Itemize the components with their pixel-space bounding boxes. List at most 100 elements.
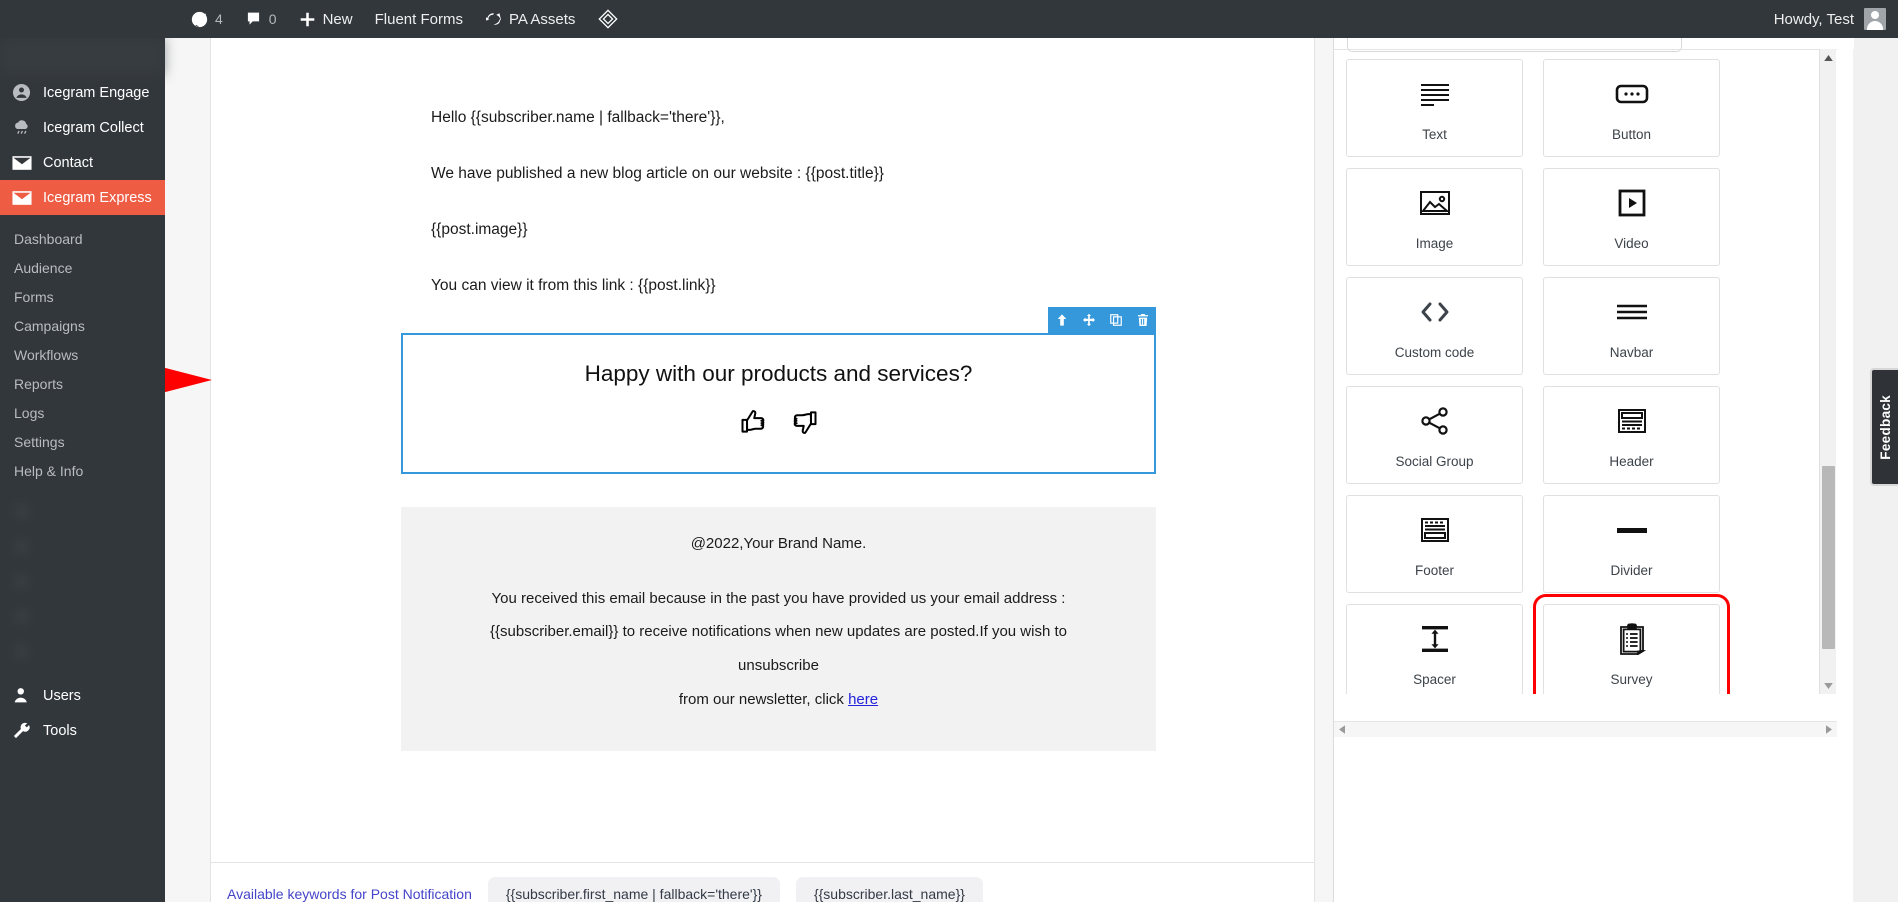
sidebar-blurred-middle[interactable]: ■ ■ ■ ■ ■ bbox=[0, 494, 165, 669]
new-label: New bbox=[322, 10, 353, 28]
email-post-link-text[interactable]: You can view it from this link : {{post.… bbox=[401, 276, 1156, 296]
blocks-panel-topbar bbox=[1334, 20, 1854, 52]
image-icon bbox=[1419, 184, 1451, 222]
sidebar-label: Campaigns bbox=[14, 317, 85, 334]
updates-indicator[interactable]: 4 bbox=[180, 0, 234, 38]
howdy-label: Howdy, Test bbox=[1773, 10, 1854, 28]
email-post-image-token[interactable]: {{post.image}} bbox=[401, 220, 1156, 240]
drag-move-button[interactable] bbox=[1075, 307, 1102, 333]
block-card-header[interactable]: Header bbox=[1543, 386, 1720, 484]
fluent-forms-label: Fluent Forms bbox=[374, 10, 463, 28]
email-footer-block[interactable]: @2022,Your Brand Name. You received this… bbox=[401, 506, 1156, 751]
unsubscribe-link[interactable]: here bbox=[848, 691, 878, 708]
email-intro-text[interactable]: We have published a new blog article on … bbox=[401, 164, 1156, 184]
sidebar-item-workflows[interactable]: Workflows bbox=[0, 340, 165, 369]
block-label: Text bbox=[1422, 126, 1447, 142]
keyword-chip-last-name[interactable]: {{subscriber.last_name}} bbox=[795, 877, 983, 902]
pa-assets-menu[interactable]: PA Assets bbox=[474, 0, 586, 38]
delete-button[interactable] bbox=[1129, 307, 1156, 333]
blocks-panel-horizontal-scrollbar[interactable] bbox=[1334, 721, 1837, 737]
block-label: Image bbox=[1415, 235, 1454, 251]
comments-indicator[interactable]: 0 bbox=[234, 0, 288, 38]
duplicate-button[interactable] bbox=[1102, 307, 1129, 333]
block-label: Divider bbox=[1610, 562, 1653, 578]
sidebar-label: Forms bbox=[14, 288, 54, 305]
text-lines-icon bbox=[1418, 75, 1452, 113]
sidebar-label: Help & Info bbox=[14, 462, 84, 479]
sidebar-item-reports[interactable]: Reports bbox=[0, 369, 165, 398]
sidebar-item-audience[interactable]: Audience bbox=[0, 253, 165, 282]
email-greeting-text[interactable]: Hello {{subscriber.name | fallback='ther… bbox=[401, 108, 1156, 128]
email-editor-area: Hello {{subscriber.name | fallback='ther… bbox=[165, 38, 1333, 902]
blocks-grid: Text Button Image Video Custom code Navb… bbox=[1334, 50, 1837, 694]
diamond-logo-menu[interactable] bbox=[586, 0, 630, 38]
sidebar-label: Icegram Collect bbox=[43, 119, 144, 136]
block-card-video[interactable]: Video bbox=[1543, 168, 1720, 266]
survey-block-selected[interactable]: Happy with our products and services? bbox=[165, 306, 1156, 474]
avatar-icon bbox=[1864, 8, 1886, 30]
sidebar-item-icegram-express[interactable]: Icegram Express bbox=[0, 180, 165, 215]
sidebar-item-help-info[interactable]: Help & Info bbox=[0, 456, 165, 485]
sidebar-item-users[interactable]: Users bbox=[0, 678, 165, 713]
scroll-down-arrow-icon[interactable] bbox=[1820, 677, 1837, 694]
sidebar-label: Users bbox=[43, 687, 81, 704]
update-icon bbox=[191, 11, 208, 28]
block-label: Header bbox=[1609, 453, 1654, 469]
scroll-right-arrow-icon[interactable] bbox=[1821, 722, 1837, 738]
block-card-spacer[interactable]: Spacer bbox=[1346, 604, 1523, 694]
move-up-button[interactable] bbox=[1048, 307, 1075, 333]
block-card-custom-code[interactable]: Custom code bbox=[1346, 277, 1523, 375]
scroll-left-arrow-icon[interactable] bbox=[1334, 722, 1350, 738]
block-toolbar bbox=[1048, 306, 1156, 333]
sidebar-item-forms[interactable]: Forms bbox=[0, 282, 165, 311]
footer-brand-text: @2022,Your Brand Name. bbox=[690, 534, 867, 552]
block-card-social-group[interactable]: Social Group bbox=[1346, 386, 1523, 484]
sidebar-label: Contact bbox=[43, 154, 93, 171]
sidebar-item-contact[interactable]: Contact bbox=[0, 145, 165, 180]
thumbs-down-icon[interactable] bbox=[789, 407, 819, 442]
tools-icon bbox=[11, 720, 32, 741]
envelope-icon bbox=[11, 152, 32, 173]
block-card-footer[interactable]: Footer bbox=[1346, 495, 1523, 593]
fluent-forms-menu[interactable]: Fluent Forms bbox=[364, 0, 474, 38]
block-card-button[interactable]: Button bbox=[1543, 59, 1720, 157]
block-card-survey[interactable]: Survey bbox=[1533, 594, 1730, 694]
block-card-text[interactable]: Text bbox=[1346, 59, 1523, 157]
sidebar-item-dashboard[interactable]: Dashboard bbox=[0, 224, 165, 253]
divider-bar-icon bbox=[1615, 511, 1649, 549]
admin-sidebar: Icegram Engage Icegram Collect Contact I… bbox=[0, 38, 165, 902]
new-content-menu[interactable]: New bbox=[288, 0, 364, 38]
survey-question-text[interactable]: Happy with our products and services? bbox=[403, 361, 1154, 387]
sidebar-item-tools[interactable]: Tools bbox=[0, 713, 165, 748]
sidebar-item-icegram-collect[interactable]: Icegram Collect bbox=[0, 110, 165, 145]
sidebar-label: Reports bbox=[14, 375, 64, 392]
block-card-navbar[interactable]: Navbar bbox=[1543, 277, 1720, 375]
plus-icon bbox=[299, 11, 316, 28]
block-card-image[interactable]: Image bbox=[1346, 168, 1523, 266]
sidebar-item-logs[interactable]: Logs bbox=[0, 398, 165, 427]
users-icon bbox=[11, 685, 32, 706]
scroll-up-arrow-icon[interactable] bbox=[1820, 49, 1837, 66]
footer-line-3-prefix: from our newsletter, click bbox=[678, 690, 849, 708]
keyword-chip-first-name[interactable]: {{subscriber.first_name | fallback='ther… bbox=[487, 877, 780, 902]
blocks-panel-vertical-scrollbar[interactable] bbox=[1819, 49, 1836, 694]
site-name-menu[interactable] bbox=[0, 0, 180, 38]
feedback-tab[interactable]: Feedback bbox=[1870, 368, 1898, 486]
thumbs-up-icon[interactable] bbox=[739, 407, 769, 442]
clipboard-survey-icon bbox=[1618, 620, 1646, 658]
footer-layout-icon bbox=[1420, 511, 1450, 549]
scrollbar-thumb[interactable] bbox=[1822, 466, 1835, 649]
updates-count: 4 bbox=[215, 11, 223, 27]
block-label: Button bbox=[1611, 126, 1652, 142]
sidebar-item-campaigns[interactable]: Campaigns bbox=[0, 311, 165, 340]
sidebar-item-icegram-engage[interactable]: Icegram Engage bbox=[0, 75, 165, 110]
navbar-lines-icon bbox=[1615, 293, 1649, 331]
footer-line-2: {{subscriber.email}} to receive notifica… bbox=[489, 623, 1067, 675]
sidebar-label: Workflows bbox=[14, 346, 79, 363]
block-card-divider[interactable]: Divider bbox=[1543, 495, 1720, 593]
block-label: Survey bbox=[1610, 671, 1653, 687]
sidebar-item-settings[interactable]: Settings bbox=[0, 427, 165, 456]
my-account-menu[interactable]: Howdy, Test bbox=[1774, 0, 1898, 38]
